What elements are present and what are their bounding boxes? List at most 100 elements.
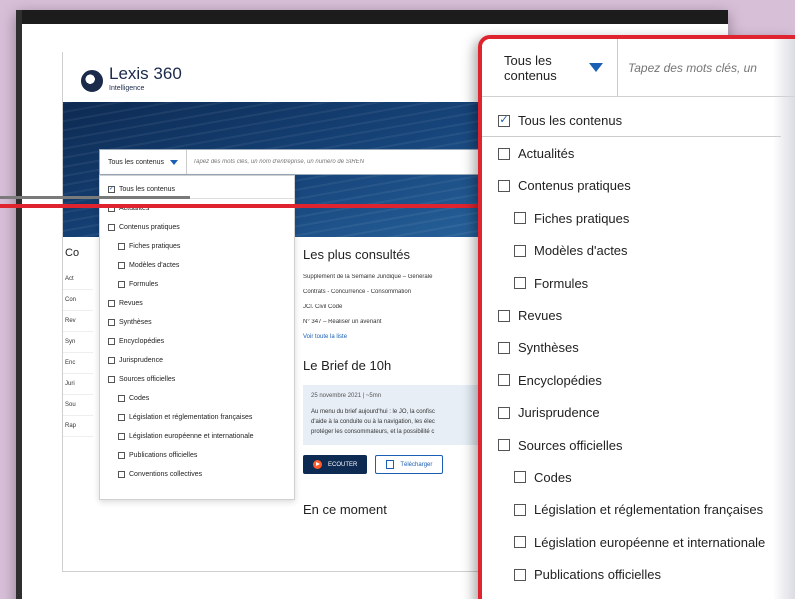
checkbox-icon[interactable] [514, 536, 526, 549]
checkbox-icon[interactable] [118, 433, 125, 440]
brief-date: 25 novembre 2021 | ~5mn [311, 393, 382, 399]
scope-option-label: Publications officielles [129, 452, 198, 459]
checkbox-icon[interactable] [498, 309, 510, 322]
scope-option-legislation-europeenne-et-internationale[interactable]: Législation européenne et internationale [100, 427, 294, 446]
scope-option-label: Législation européenne et internationale [129, 433, 254, 440]
left-nav-item[interactable]: Rev [63, 311, 93, 332]
checkbox-icon[interactable] [118, 452, 125, 459]
scope-option-revues[interactable]: Revues [100, 294, 294, 313]
scope-option-actualites[interactable]: Actualités [100, 199, 294, 218]
checkbox-icon[interactable] [108, 224, 115, 231]
left-nav-item[interactable]: Act [63, 269, 93, 290]
zoom-option-actualites[interactable]: Actualités [482, 137, 795, 169]
download-button[interactable]: Télécharger [375, 455, 444, 474]
left-nav-item[interactable]: Rap [63, 416, 93, 437]
zoom-option-jurisprudence[interactable]: Jurisprudence [482, 397, 795, 429]
see-all-link[interactable]: Voir toute la liste [303, 334, 503, 340]
most-viewed-item[interactable]: N° 347 – Réaliser un avenant [303, 319, 503, 334]
zoom-option-legislation-et-reglementation-francaises[interactable]: Législation et réglementation françaises [482, 494, 795, 526]
scope-option-publications-officielles[interactable]: Publications officielles [100, 446, 294, 465]
zoom-search-bar: Tous les contenus [482, 39, 795, 97]
zoom-option-encyclopedies[interactable]: Encyclopédies [482, 364, 795, 396]
checkbox-icon[interactable] [514, 568, 526, 581]
checkbox-icon[interactable] [118, 471, 125, 478]
checkbox-icon[interactable] [514, 244, 526, 257]
zoom-option-conventions-collectives[interactable]: Conventions collectives [482, 591, 795, 599]
left-nav-item[interactable]: Sou [63, 395, 93, 416]
left-nav-item[interactable]: Enc [63, 353, 93, 374]
most-viewed-item[interactable]: Contrats - Concurrence - Consommation [303, 289, 503, 304]
brief-card: 25 novembre 2021 | ~5mn Au menu du brief… [303, 385, 503, 445]
zoom-dropdown-list: ✓ Tous les contenus Actualités Contenus pra… [482, 97, 795, 599]
zoom-search-input[interactable] [618, 60, 795, 75]
scope-option-encyclopedies[interactable]: Encyclopédies [100, 332, 294, 351]
checkbox-icon[interactable] [118, 243, 125, 250]
zoom-option-formules[interactable]: Formules [482, 267, 795, 299]
scope-option-legislation-et-reglementation-francaises[interactable]: Législation et réglementation françaises [100, 408, 294, 427]
zoom-option-label: Sources officielles [518, 437, 623, 453]
zoom-option-tous-les-contenus[interactable]: ✓ Tous les contenus [482, 105, 781, 138]
zoom-option-fiches-pratiques[interactable]: Fiches pratiques [482, 202, 795, 234]
checkbox-icon[interactable] [514, 277, 526, 290]
scope-option-contenus-pratiques[interactable]: Contenus pratiques [100, 218, 294, 237]
logo[interactable]: Lexis 360 Intelligence [81, 65, 182, 96]
scope-option-label: Revues [119, 300, 143, 307]
zoom-option-label: Codes [534, 469, 572, 485]
zoom-option-sources-officielles[interactable]: Sources officielles [482, 429, 795, 461]
scope-option-label: Encyclopédies [119, 338, 165, 345]
checkbox-icon[interactable] [118, 414, 125, 421]
scope-option-label: Sources officielles [119, 376, 176, 383]
zoom-scope-select[interactable]: Tous les contenus [482, 39, 618, 96]
zoom-option-label: Encyclopédies [518, 372, 602, 388]
zoom-option-contenus-pratiques[interactable]: Contenus pratiques [482, 170, 795, 202]
scope-option-conventions-collectives[interactable]: Conventions collectives [100, 465, 294, 484]
checkbox-icon[interactable] [108, 338, 115, 345]
checkbox-icon[interactable] [108, 300, 115, 307]
zoom-option-syntheses[interactable]: Synthèses [482, 332, 795, 364]
search-input[interactable] [187, 159, 502, 165]
scope-option-label: Synthèses [119, 319, 152, 326]
scope-option-sources-officielles[interactable]: Sources officielles [100, 370, 294, 389]
zoom-option-modeles-d-actes[interactable]: Modèles d'actes [482, 235, 795, 267]
zoom-option-label: Formules [534, 275, 589, 291]
zoom-option-revues[interactable]: Revues [482, 299, 795, 331]
checkbox-icon[interactable] [118, 262, 125, 269]
checkbox-checked-icon[interactable]: ✓ [108, 185, 115, 193]
checkbox-icon[interactable] [498, 406, 510, 419]
scope-option-syntheses[interactable]: Synthèses [100, 313, 294, 332]
checkbox-icon[interactable] [118, 395, 125, 402]
checkbox-icon[interactable] [108, 319, 115, 326]
zoom-option-label: Contenus pratiques [518, 178, 631, 194]
checkbox-checked-icon[interactable]: ✓ [498, 114, 510, 127]
checkbox-icon[interactable] [498, 147, 510, 160]
scope-option-modeles-d-actes[interactable]: Modèles d'actes [100, 256, 294, 275]
checkbox-icon[interactable] [498, 179, 510, 192]
checkbox-icon[interactable] [108, 357, 115, 364]
zoom-option-label: Synthèses [518, 340, 579, 356]
left-nav-item[interactable]: Con [63, 290, 93, 311]
zoom-option-publications-officielles[interactable]: Publications officielles [482, 558, 795, 590]
scope-option-jurisprudence[interactable]: Jurisprudence [100, 351, 294, 370]
checkbox-icon[interactable] [514, 471, 526, 484]
scope-select[interactable]: Tous les contenus [100, 150, 188, 174]
most-viewed-item[interactable]: JCl. Civil Code [303, 304, 503, 319]
checkbox-icon[interactable] [514, 212, 526, 225]
zoom-option-codes[interactable]: Codes [482, 461, 795, 493]
checkbox-icon[interactable] [498, 341, 510, 354]
left-nav-item[interactable]: Syn [63, 332, 93, 353]
zoom-option-label: Législation et réglementation françaises [534, 502, 764, 518]
checkbox-icon[interactable] [498, 374, 510, 387]
listen-button[interactable]: ECOUTER [303, 455, 368, 474]
scope-option-codes[interactable]: Codes [100, 389, 294, 408]
checkbox-icon[interactable] [118, 281, 125, 288]
zoom-option-legislation-europeenne-et-internationale[interactable]: Législation européenne et internationale [482, 526, 795, 558]
most-viewed-item[interactable]: Supplément de la Semaine Juridique – Gén… [303, 274, 503, 289]
checkbox-icon[interactable] [108, 376, 115, 383]
left-nav-item[interactable]: Juri [63, 374, 93, 395]
scope-option-fiches-pratiques[interactable]: Fiches pratiques [100, 237, 294, 256]
checkbox-icon[interactable] [514, 503, 526, 516]
brief-line: Au menu du brief aujourd'hui : le JO, la… [311, 409, 435, 415]
checkbox-icon[interactable] [498, 439, 510, 452]
scope-option-label: Législation et réglementation françaises [129, 414, 253, 421]
scope-option-formules[interactable]: Formules [100, 275, 294, 294]
